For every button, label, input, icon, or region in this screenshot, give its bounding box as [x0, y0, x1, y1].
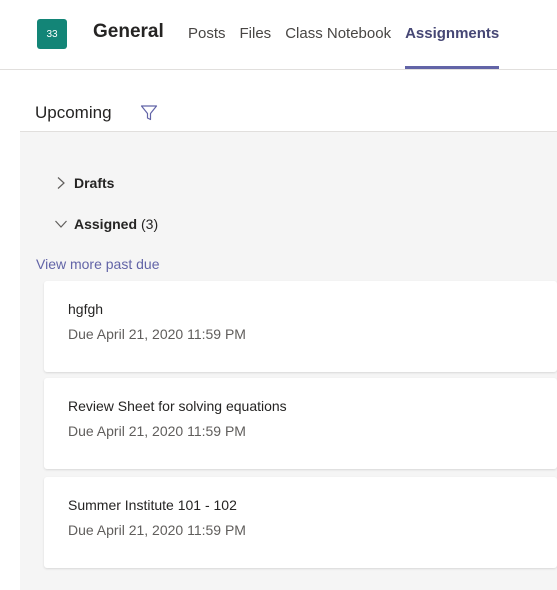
assignment-card[interactable]: hgfgh Due April 21, 2020 11:59 PM	[44, 281, 557, 372]
tab-posts[interactable]: Posts	[188, 25, 226, 69]
assignment-title: Summer Institute 101 - 102	[68, 497, 237, 513]
assignment-due-date: Due April 21, 2020 11:59 PM	[68, 326, 246, 342]
assignment-card[interactable]: Review Sheet for solving equations Due A…	[44, 378, 557, 469]
assignment-card[interactable]: Summer Institute 101 - 102 Due April 21,…	[44, 477, 557, 568]
tab-files[interactable]: Files	[240, 25, 272, 69]
assignment-due-date: Due April 21, 2020 11:59 PM	[68, 423, 246, 439]
assignment-due-date: Due April 21, 2020 11:59 PM	[68, 522, 246, 538]
assigned-section-toggle[interactable]: Assigned (3)	[54, 216, 158, 232]
chevron-down-icon	[55, 220, 67, 228]
team-avatar[interactable]: 33	[37, 19, 67, 49]
assignments-panel: Upcoming Drafts Assigned (3) View more p…	[20, 70, 557, 590]
chevron-right-icon	[57, 177, 65, 189]
assignment-title: Review Sheet for solving equations	[68, 398, 287, 414]
filter-icon[interactable]	[140, 104, 158, 122]
assigned-label: Assigned	[74, 216, 138, 232]
view-more-past-due-link[interactable]: View more past due	[36, 256, 159, 272]
channel-title: General	[93, 21, 164, 42]
drafts-label: Drafts	[74, 175, 115, 191]
upcoming-label: Upcoming	[35, 103, 112, 122]
assignment-title: hgfgh	[68, 301, 104, 317]
channel-tabs: Posts Files Class Notebook Assignments	[188, 25, 513, 69]
upcoming-bar: Upcoming	[20, 70, 557, 132]
channel-header: 33 General Posts Files Class Notebook As…	[0, 0, 557, 70]
drafts-section-toggle[interactable]: Drafts	[54, 175, 114, 191]
tab-class-notebook[interactable]: Class Notebook	[285, 25, 391, 69]
tab-assignments[interactable]: Assignments	[405, 25, 500, 69]
assigned-count: (3)	[141, 216, 159, 232]
